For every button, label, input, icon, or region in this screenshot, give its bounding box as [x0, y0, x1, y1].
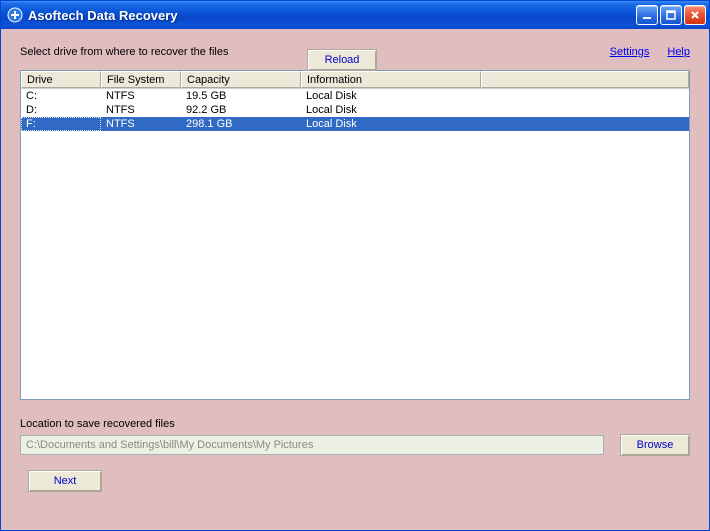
instruction-text: Select drive from where to recover the f… [20, 46, 228, 58]
cell-drive: D: [21, 103, 101, 117]
location-label: Location to save recovered files [20, 418, 690, 430]
browse-button[interactable]: Browse [620, 434, 690, 456]
help-link[interactable]: Help [667, 46, 690, 58]
cell-capacity: 298.1 GB [181, 117, 301, 131]
cell-drive: F: [21, 117, 101, 131]
title-bar: Asoftech Data Recovery [1, 1, 709, 29]
column-header-blank[interactable] [481, 71, 689, 88]
column-header-information[interactable]: Information [301, 71, 481, 88]
maximize-button[interactable] [660, 5, 682, 25]
column-header-filesystem[interactable]: File System [101, 71, 181, 88]
table-row[interactable]: F: NTFS 298.1 GB Local Disk [21, 117, 689, 131]
cell-fs: NTFS [101, 89, 181, 103]
table-row[interactable]: D: NTFS 92.2 GB Local Disk [21, 103, 689, 117]
drive-list-body: C: NTFS 19.5 GB Local Disk D: NTFS 92.2 … [21, 89, 689, 131]
app-icon [7, 7, 23, 23]
close-button[interactable] [684, 5, 706, 25]
cell-drive: C: [21, 89, 101, 103]
cell-capacity: 19.5 GB [181, 89, 301, 103]
content-panel: Select drive from where to recover the f… [4, 32, 706, 522]
window-title: Asoftech Data Recovery [28, 8, 636, 23]
caption-buttons [636, 5, 706, 25]
drive-list-header: Drive File System Capacity Information [21, 71, 689, 89]
cell-info: Local Disk [301, 89, 481, 103]
location-row: Browse [20, 434, 690, 456]
cell-info: Local Disk [301, 117, 481, 131]
cell-info: Local Disk [301, 103, 481, 117]
cell-capacity: 92.2 GB [181, 103, 301, 117]
column-header-drive[interactable]: Drive [21, 71, 101, 88]
cell-fs: NTFS [101, 117, 181, 131]
next-row: Next [20, 470, 690, 492]
next-button[interactable]: Next [28, 470, 102, 492]
drive-list[interactable]: Drive File System Capacity Information C… [20, 70, 690, 400]
column-header-capacity[interactable]: Capacity [181, 71, 301, 88]
top-links: Settings Help [610, 46, 690, 58]
save-path-input[interactable] [20, 435, 604, 455]
reload-button[interactable]: Reload [307, 49, 377, 71]
table-row[interactable]: C: NTFS 19.5 GB Local Disk [21, 89, 689, 103]
client-area: Select drive from where to recover the f… [1, 29, 709, 530]
cell-fs: NTFS [101, 103, 181, 117]
settings-link[interactable]: Settings [610, 46, 650, 58]
minimize-button[interactable] [636, 5, 658, 25]
app-window: Asoftech Data Recovery Select drive from… [0, 0, 710, 531]
